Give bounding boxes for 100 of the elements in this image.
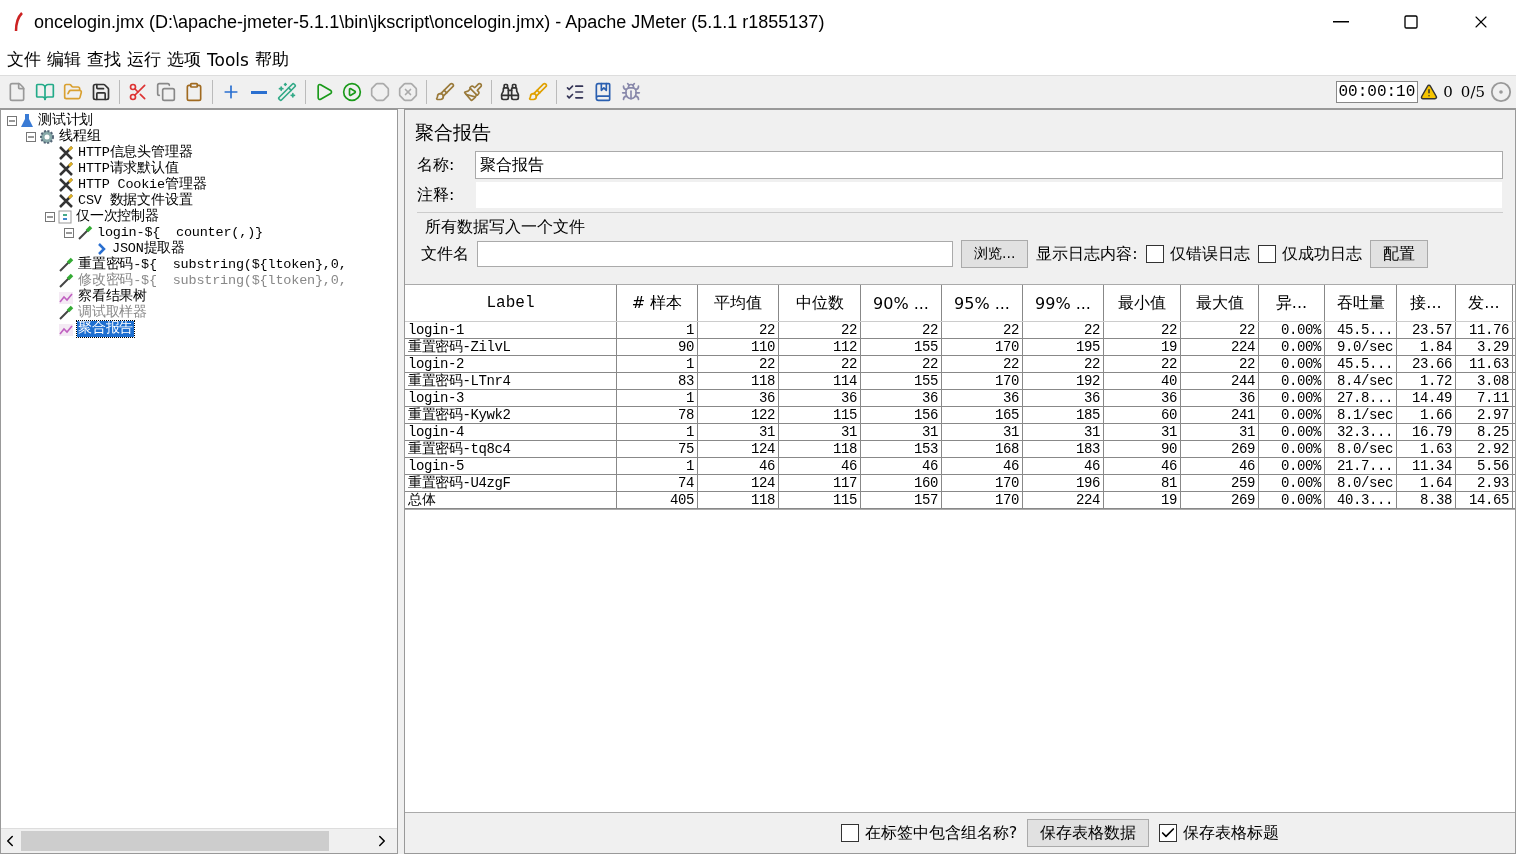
pipette-icon — [58, 257, 74, 273]
column-header[interactable]: 最大值 — [1181, 285, 1259, 321]
table-cell: 22 — [1181, 322, 1259, 338]
column-header[interactable]: 异... — [1259, 285, 1325, 321]
menu-item[interactable]: 编辑 — [44, 48, 84, 71]
column-header[interactable]: 99% ... — [1023, 285, 1104, 321]
column-header[interactable]: 95% ... — [942, 285, 1023, 321]
crossed-tools-icon — [58, 161, 74, 177]
table-cell: 46 — [698, 458, 779, 474]
checkbox[interactable]: 保存表格标题 — [1159, 822, 1280, 844]
tree-item[interactable]: JSON提取器 — [111, 241, 186, 257]
table-cell: 22 — [779, 356, 861, 372]
collapse-toggle[interactable] — [45, 212, 55, 222]
table-cell: 168 — [942, 441, 1023, 457]
tree-item[interactable]: HTTP请求默认值 — [77, 161, 180, 177]
table-cell: 22 — [1104, 322, 1181, 338]
table-cell: 155 — [861, 373, 942, 389]
table-cell: login-4 — [405, 424, 617, 440]
tree-item[interactable]: CSV 数据文件设置 — [77, 193, 194, 209]
menu-item[interactable]: 选项 — [164, 48, 204, 71]
save-data-button[interactable]: 保存表格数据 — [1027, 819, 1150, 847]
shutdown-icon — [398, 82, 418, 102]
pipette-icon — [58, 273, 74, 289]
name-field[interactable]: 聚合报告 — [475, 151, 1503, 179]
table-cell: 36 — [942, 390, 1023, 406]
table-cell: 31 — [779, 424, 861, 440]
menu-item[interactable]: 查找 — [84, 48, 124, 71]
status-icon — [1490, 81, 1512, 103]
table-cell: 122 — [698, 407, 779, 423]
menu-item[interactable]: 帮助 — [251, 48, 292, 71]
table-cell: 40.3... — [1325, 492, 1397, 508]
table-cell: 1.66 — [1397, 407, 1456, 423]
menu-item[interactable]: Tools — [204, 49, 252, 70]
field-label: 名称: — [417, 154, 456, 176]
configure-button[interactable]: 配置 — [1369, 240, 1428, 268]
tree-item[interactable]: HTTP Cookie管理器 — [77, 177, 208, 193]
checkbox[interactable]: 仅错误日志 — [1145, 243, 1250, 265]
column-header[interactable]: 平均值 — [698, 285, 779, 321]
column-header[interactable]: 发... — [1456, 285, 1513, 321]
tree-item[interactable]: 测试计划 — [37, 113, 95, 129]
scissors-icon — [128, 82, 148, 102]
scrollbar-thumb[interactable] — [21, 831, 329, 851]
field-label: 注释: — [417, 184, 456, 206]
table-cell: 31 — [1104, 424, 1181, 440]
table-cell: 160 — [861, 475, 942, 491]
table-cell: 74 — [617, 475, 698, 491]
table-cell: 22 — [698, 322, 779, 338]
table-cell: 83 — [617, 373, 698, 389]
collapse-toggle[interactable] — [64, 228, 74, 238]
menu-item[interactable]: 文件 — [4, 48, 44, 71]
table-cell: 118 — [698, 492, 779, 508]
column-header[interactable]: 最小值 — [1104, 285, 1181, 321]
filename-field[interactable] — [477, 241, 953, 267]
table-cell: 405 — [617, 492, 698, 508]
minus-icon — [65, 229, 73, 237]
collapse-toggle[interactable] — [26, 132, 36, 142]
tree-item[interactable]: login-${ counter(,)} — [96, 225, 264, 241]
table-cell: 81 — [1104, 475, 1181, 491]
table-cell: 90 — [1104, 441, 1181, 457]
table-cell: 11.34 — [1397, 458, 1456, 474]
tree-item[interactable]: 聚合报告 — [77, 321, 135, 337]
table-cell: 重置密码-tq8c4 — [405, 441, 617, 457]
table-cell: 36 — [1104, 390, 1181, 406]
tree-item[interactable]: HTTP信息头管理器 — [77, 145, 194, 161]
table-cell: 8.4/sec — [1325, 373, 1397, 389]
graph-icon — [58, 289, 74, 305]
table-cell: 185 — [1023, 407, 1104, 423]
column-header[interactable]: 接... — [1397, 285, 1456, 321]
browse-button[interactable]: 浏览... — [961, 240, 1029, 268]
checkbox[interactable]: 在标签中包含组名称? — [840, 822, 1018, 844]
table-cell: 36 — [861, 390, 942, 406]
checkbox[interactable]: 仅成功日志 — [1257, 243, 1362, 265]
column-header[interactable]: Label — [405, 285, 617, 321]
table-cell: 0.00% — [1259, 390, 1325, 406]
table-cell: 19 — [1104, 339, 1181, 355]
table-cell: 31 — [698, 424, 779, 440]
tree-item[interactable]: 察看结果树 — [77, 289, 148, 305]
table-cell: 8.0/sec — [1325, 441, 1397, 457]
column-header[interactable]: 中位数 — [779, 285, 861, 321]
table-cell: 重置密码-ZilvL — [405, 339, 617, 355]
column-header[interactable]: 吞吐量 — [1325, 285, 1397, 321]
field-label: 文件名 — [421, 243, 469, 265]
tree-item[interactable]: 线程组 — [58, 129, 102, 145]
warning-count: 0 — [1443, 83, 1453, 101]
menu-item[interactable]: 运行 — [124, 48, 164, 71]
table-cell: 115 — [779, 492, 861, 508]
table-cell: 重置密码-LTnr4 — [405, 373, 617, 389]
column-header[interactable]: 90% ... — [861, 285, 942, 321]
table-cell: 22 — [1181, 356, 1259, 372]
table-cell: 9.0/sec — [1325, 339, 1397, 355]
tree-item[interactable]: 仅一次控制器 — [75, 209, 160, 225]
table-cell: 2.92 — [1456, 441, 1513, 457]
column-header[interactable]: # 样本 — [617, 285, 698, 321]
crossed-tools-icon — [58, 193, 74, 209]
table-cell: 115 — [779, 407, 861, 423]
tree-item[interactable]: 重置密码-${ substring(${ltoken},0, — [77, 257, 348, 273]
table-cell: 31 — [1181, 424, 1259, 440]
pipette-icon — [58, 305, 74, 321]
open-folder-icon — [63, 82, 83, 102]
collapse-toggle[interactable] — [7, 116, 17, 126]
